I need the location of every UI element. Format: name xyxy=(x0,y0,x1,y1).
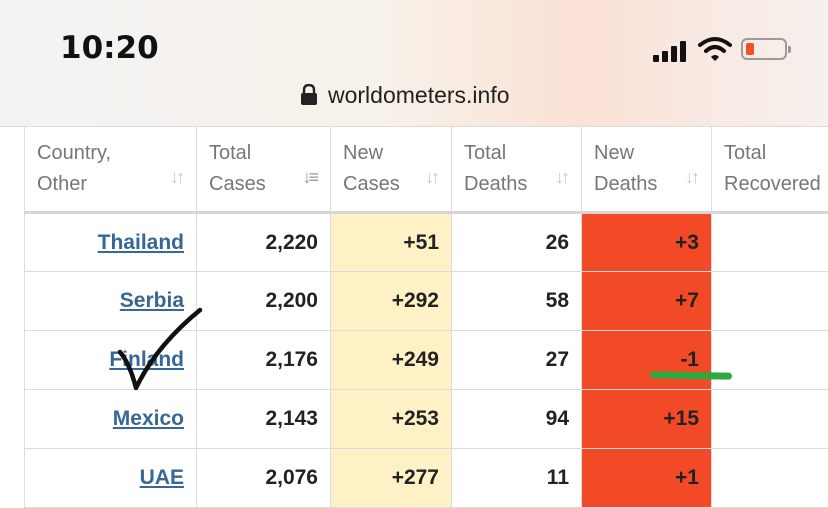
country-cell: Mexico xyxy=(25,390,197,449)
ios-status-and-address-bar: 10:20 worldometers.info xyxy=(0,0,828,127)
total-cases-cell: 2,143 xyxy=(197,390,331,449)
new-cases-cell: +51 xyxy=(331,213,452,272)
total-cases-cell: 2,176 xyxy=(197,331,331,390)
battery-low-icon xyxy=(741,38,787,60)
table-row: Thailand 2,220 +51 26 +3 xyxy=(25,213,828,272)
country-link[interactable]: UAE xyxy=(140,466,184,489)
total-deaths-cell: 58 xyxy=(452,272,582,331)
total-deaths-cell: 27 xyxy=(452,331,582,390)
country-cell: Thailand xyxy=(25,213,197,272)
total-deaths-cell: 11 xyxy=(452,449,582,508)
total-cases-cell: 2,076 xyxy=(197,449,331,508)
new-cases-cell: +292 xyxy=(331,272,452,331)
sort-icon[interactable]: ↓↑ xyxy=(555,162,567,193)
country-link[interactable]: Mexico xyxy=(113,407,184,430)
column-header-country[interactable]: Country, Other ↓↑ xyxy=(25,127,197,213)
lock-icon xyxy=(300,84,318,106)
table-row: UAE 2,076 +277 11 +1 xyxy=(25,449,828,508)
total-recovered-cell xyxy=(712,390,828,449)
new-cases-cell: +277 xyxy=(331,449,452,508)
total-recovered-cell xyxy=(712,272,828,331)
total-deaths-cell: 94 xyxy=(452,390,582,449)
sort-icon[interactable]: ↓↑ xyxy=(170,162,182,193)
table-header-row: Country, Other ↓↑ Total Cases ↓≡ New Cas… xyxy=(25,127,828,213)
total-deaths-cell: 26 xyxy=(452,213,582,272)
cellular-signal-icon xyxy=(653,40,689,62)
new-cases-cell: +249 xyxy=(331,331,452,390)
total-cases-cell: 2,220 xyxy=(197,213,331,272)
green-underline-annotation xyxy=(650,371,732,379)
url-text[interactable]: worldometers.info xyxy=(328,82,510,109)
wifi-icon xyxy=(698,36,732,62)
column-header-new-deaths[interactable]: New Deaths ↓↑ xyxy=(582,127,712,213)
new-cases-cell: +253 xyxy=(331,390,452,449)
status-time: 10:20 xyxy=(60,30,159,66)
new-deaths-cell: +1 xyxy=(582,449,712,508)
sort-icon[interactable]: ↓↑ xyxy=(685,162,697,193)
column-header-total-recovered[interactable]: Total Recovered xyxy=(712,127,828,213)
column-header-new-cases[interactable]: New Cases ↓↑ xyxy=(331,127,452,213)
new-deaths-cell: +15 xyxy=(582,390,712,449)
handwritten-checkmark-annotation xyxy=(116,306,206,392)
total-recovered-cell xyxy=(712,331,828,390)
table-row: Mexico 2,143 +253 94 +15 xyxy=(25,390,828,449)
country-link[interactable]: Thailand xyxy=(98,231,184,254)
total-recovered-cell xyxy=(712,449,828,508)
sort-descending-icon[interactable]: ↓≡ xyxy=(302,162,316,193)
column-header-total-deaths[interactable]: Total Deaths ↓↑ xyxy=(452,127,582,213)
total-recovered-cell xyxy=(712,213,828,272)
total-cases-cell: 2,200 xyxy=(197,272,331,331)
new-deaths-cell: -1 xyxy=(582,331,712,390)
new-deaths-cell: +3 xyxy=(582,213,712,272)
address-bar[interactable]: worldometers.info xyxy=(300,80,510,110)
sort-icon[interactable]: ↓↑ xyxy=(425,162,437,193)
column-header-total-cases[interactable]: Total Cases ↓≡ xyxy=(197,127,331,213)
new-deaths-cell: +7 xyxy=(582,272,712,331)
country-cell: UAE xyxy=(25,449,197,508)
